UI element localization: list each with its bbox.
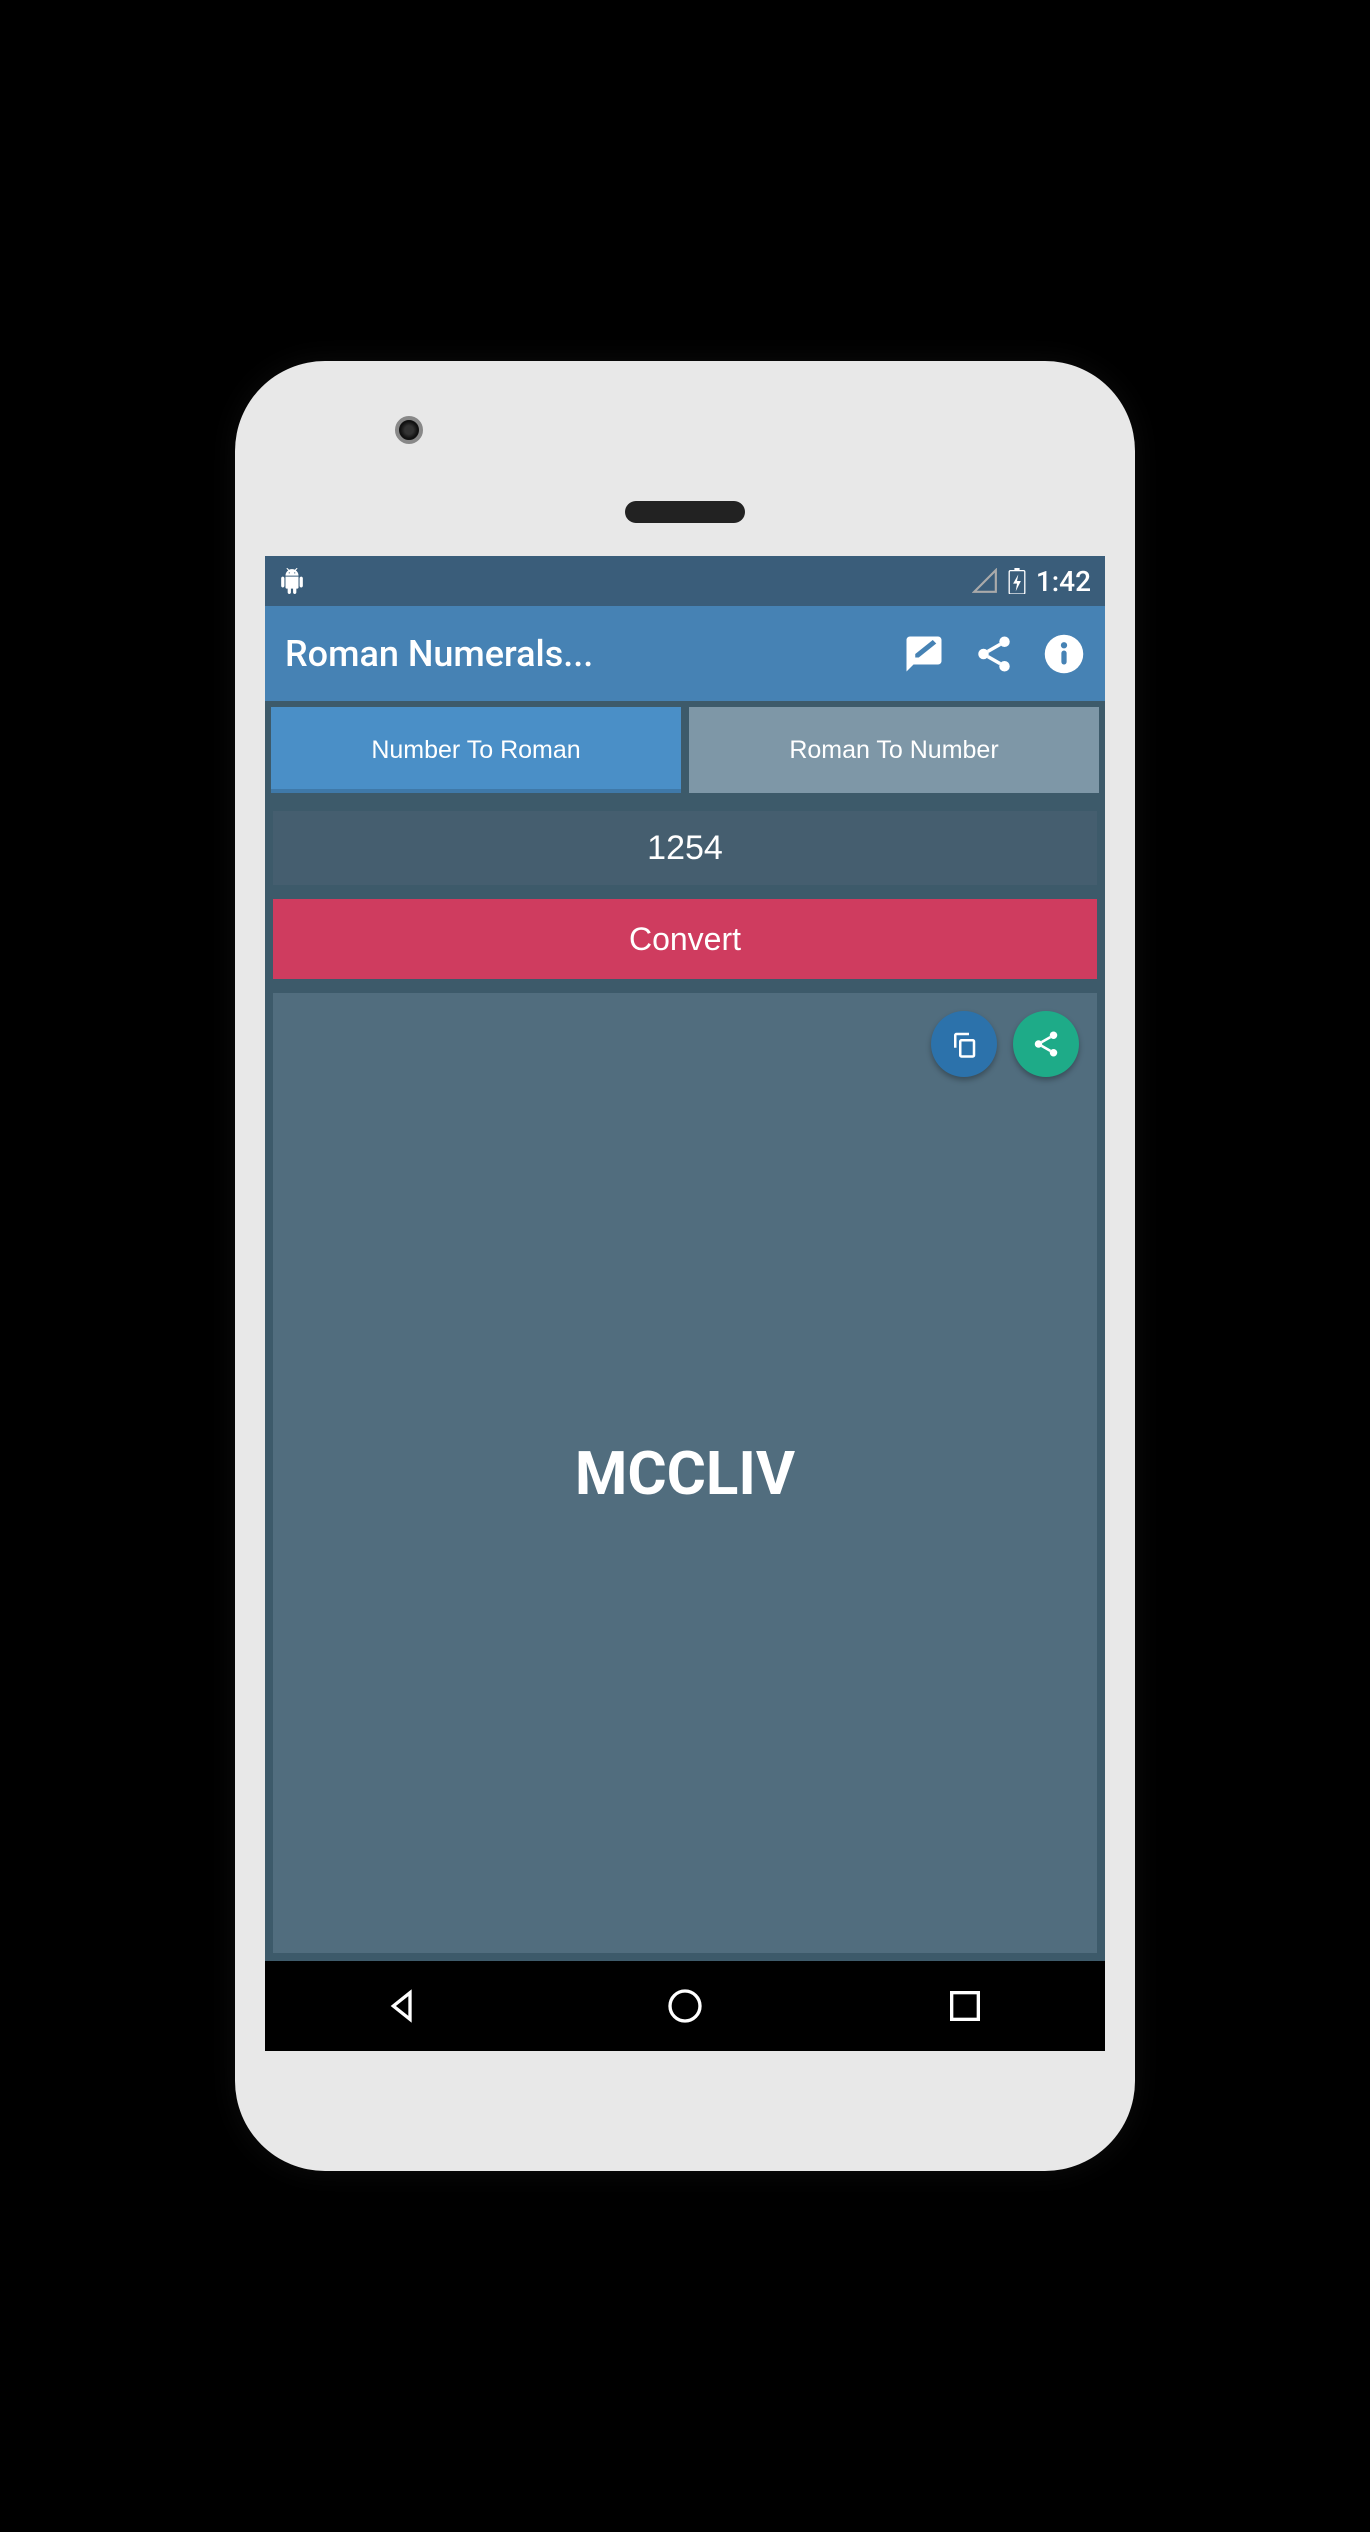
copy-icon: [949, 1029, 979, 1059]
phone-speaker: [625, 501, 745, 523]
tabs-row: Number To Roman Roman To Number: [265, 701, 1105, 799]
signal-icon: [972, 568, 998, 594]
app-title: Roman Numerals...: [285, 633, 875, 675]
nav-bar: [265, 1961, 1105, 2051]
status-bar: 1:42: [265, 556, 1105, 606]
result-panel: MCCLIV: [273, 993, 1097, 1952]
android-icon: [279, 568, 305, 594]
nav-back-icon[interactable]: [385, 1986, 425, 2026]
battery-icon: [1008, 568, 1026, 594]
phone-camera: [395, 416, 423, 444]
convert-button[interactable]: Convert: [273, 899, 1097, 979]
screen: 1:42 Roman Numerals... Number To Roman: [265, 556, 1105, 2050]
write-review-icon[interactable]: [903, 633, 945, 675]
phone-frame: 1:42 Roman Numerals... Number To Roman: [235, 361, 1135, 2170]
share-result-button[interactable]: [1013, 1011, 1079, 1077]
nav-recent-icon[interactable]: [945, 1986, 985, 2026]
share-result-icon: [1031, 1029, 1061, 1059]
share-icon[interactable]: [973, 633, 1015, 675]
app-bar: Roman Numerals...: [265, 606, 1105, 701]
copy-button[interactable]: [931, 1011, 997, 1077]
result-text: MCCLIV: [575, 1438, 795, 1509]
nav-home-icon[interactable]: [665, 1986, 705, 2026]
number-input[interactable]: [273, 811, 1097, 885]
content-area: Convert: [265, 799, 1105, 1960]
info-icon[interactable]: [1043, 633, 1085, 675]
tab-roman-to-number[interactable]: Roman To Number: [689, 707, 1099, 793]
status-time: 1:42: [1036, 565, 1091, 598]
tab-number-to-roman[interactable]: Number To Roman: [271, 707, 681, 793]
